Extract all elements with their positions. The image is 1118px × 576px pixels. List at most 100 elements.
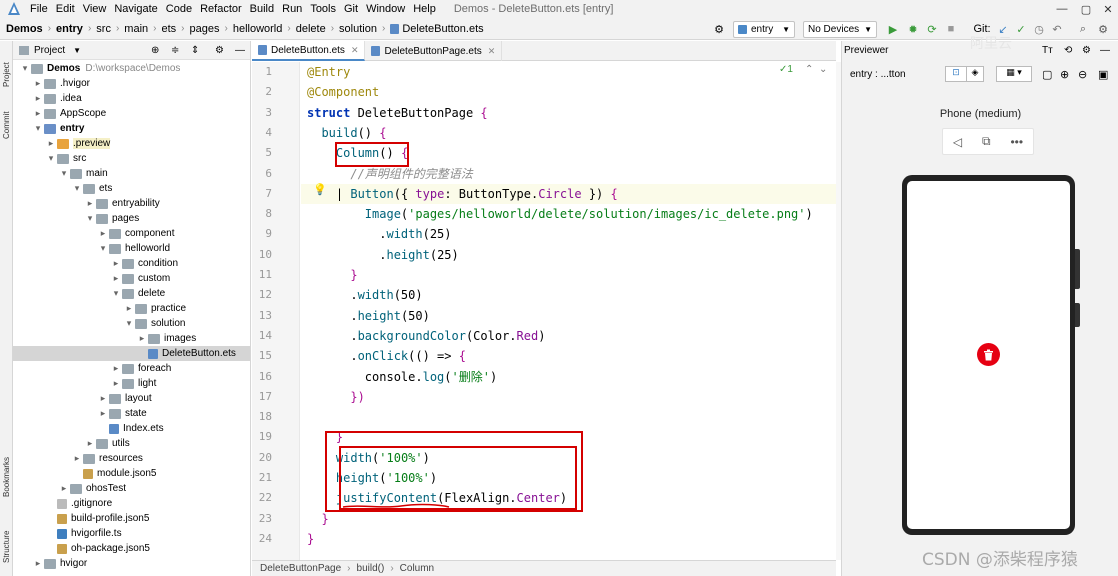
tree-item[interactable]: ▾ delete — [13, 286, 250, 301]
breadcrumb-item[interactable]: solution — [337, 23, 379, 35]
tab-structure[interactable]: Structure — [0, 519, 13, 563]
chevron-right-icon[interactable]: ▸ — [110, 258, 122, 269]
breadcrumb-item[interactable]: ets — [159, 23, 178, 35]
chevron-right-icon[interactable]: ▸ — [84, 438, 96, 449]
device-dropdown[interactable]: No Devices ▼ — [803, 21, 877, 38]
chevron-right-icon[interactable]: ▸ — [45, 138, 57, 149]
tab-file[interactable]: DeleteButtonPage.ets ✕ — [365, 41, 503, 61]
tree-item[interactable]: ▸ images — [13, 331, 250, 346]
chevron-right-icon[interactable]: ▸ — [84, 198, 96, 209]
layers-icon[interactable]: ◈ — [966, 66, 984, 82]
fit-icon[interactable]: ▣ — [1098, 68, 1108, 81]
chevron-right-icon[interactable]: ▸ — [32, 108, 44, 119]
tree-item[interactable]: ▸ ohosTest — [13, 481, 250, 496]
tree-item[interactable]: ▸ state — [13, 406, 250, 421]
stop-icon[interactable]: ■ — [944, 22, 958, 36]
maximize-button[interactable]: ▢ — [1074, 0, 1098, 18]
chevron-right-icon[interactable]: ▸ — [123, 303, 135, 314]
menu-item-view[interactable]: View — [83, 3, 107, 15]
chevron-right-icon[interactable]: ▸ — [97, 393, 109, 404]
menu-item-edit[interactable]: Edit — [56, 3, 75, 15]
menu-item-code[interactable]: Code — [166, 3, 192, 15]
collapse-icon[interactable]: ≑ — [171, 45, 179, 56]
hide-icon[interactable]: — — [235, 45, 245, 56]
tree-item[interactable]: ▸ .preview — [13, 136, 250, 151]
tree-item[interactable]: ▸ component — [13, 226, 250, 241]
gear-icon[interactable]: ⚙ — [215, 45, 224, 56]
grid-dropdown[interactable]: ▦ ▾ — [996, 66, 1032, 82]
tree-item[interactable]: ▸ .hvigor — [13, 76, 250, 91]
chevron-down-icon[interactable]: ▼ — [73, 46, 81, 55]
chevron-down-icon[interactable]: ▾ — [19, 63, 31, 74]
close-button[interactable]: ✕ — [1096, 0, 1118, 18]
reset-icon[interactable]: ⟲ — [1064, 45, 1072, 56]
rotate-icon[interactable]: ⧉ — [982, 134, 991, 149]
chevron-down-icon[interactable]: ▾ — [123, 318, 135, 329]
chevron-right-icon[interactable]: ▸ — [97, 228, 109, 239]
tab-project[interactable]: Project — [0, 47, 13, 87]
tree-item[interactable]: module.json5 — [13, 466, 250, 481]
chevron-up-icon[interactable]: ⌃ — [805, 64, 813, 75]
tree-item[interactable]: ▸ condition — [13, 256, 250, 271]
chevron-down-icon[interactable]: ⌄ — [819, 64, 827, 75]
menu-item-run[interactable]: Run — [282, 3, 302, 15]
chevron-right-icon[interactable]: ▸ — [110, 363, 122, 374]
chevron-right-icon[interactable]: ▸ — [136, 333, 148, 344]
gear-icon[interactable]: ⚙ — [1096, 22, 1110, 36]
tree-item[interactable]: ▸ light — [13, 376, 250, 391]
chevron-right-icon[interactable]: ▸ — [71, 453, 83, 464]
inspector-icon[interactable]: ⊡ — [945, 66, 967, 82]
git-history-icon[interactable]: ◷ — [1032, 22, 1046, 36]
chevron-right-icon[interactable]: ▸ — [32, 78, 44, 89]
run-config-dropdown[interactable]: entry ▼ — [733, 21, 795, 38]
structure-crumb[interactable]: Column — [400, 563, 434, 574]
menu-item-tools[interactable]: Tools — [310, 3, 336, 15]
menu-item-file[interactable]: File — [30, 3, 48, 15]
chevron-right-icon[interactable]: ▸ — [32, 93, 44, 104]
menu-item-help[interactable]: Help — [413, 3, 436, 15]
git-commit-icon[interactable]: ✓ — [1014, 22, 1028, 36]
tree-item[interactable]: ▸ hvigor — [13, 556, 250, 571]
breadcrumb-item[interactable]: pages — [188, 23, 222, 35]
chevron-down-icon[interactable]: ▾ — [97, 243, 109, 254]
close-icon[interactable]: ✕ — [488, 46, 496, 57]
tree-item[interactable]: .gitignore — [13, 496, 250, 511]
tab-commit[interactable]: Commit — [0, 99, 13, 139]
tree-item[interactable]: ▾ src — [13, 151, 250, 166]
tree-item[interactable]: ▸ practice — [13, 301, 250, 316]
gear-icon[interactable]: ⚙ — [1082, 45, 1091, 56]
chevron-down-icon[interactable]: ▾ — [45, 153, 57, 164]
tree-item[interactable]: ▾ main — [13, 166, 250, 181]
chevron-right-icon[interactable]: ▸ — [58, 483, 70, 494]
chevron-down-icon[interactable]: ▾ — [71, 183, 83, 194]
search-icon[interactable]: ⌕ — [1076, 22, 1090, 36]
tree-item[interactable]: hvigorfile.ts — [13, 526, 250, 541]
chevron-right-icon[interactable]: ▸ — [97, 408, 109, 419]
tree-item[interactable]: ▾ pages — [13, 211, 250, 226]
project-title[interactable]: Project — [34, 45, 65, 56]
profile-icon[interactable]: ⟳ — [925, 22, 939, 36]
breadcrumb-item[interactable]: main — [122, 23, 150, 35]
minimize-button[interactable]: — — [1050, 0, 1074, 18]
inspection-status[interactable]: ✓1 — [779, 64, 793, 75]
preview-target[interactable]: entry : ...tton — [850, 69, 906, 80]
chevron-down-icon[interactable]: ▾ — [84, 213, 96, 224]
breadcrumb-item[interactable]: entry — [54, 23, 85, 35]
tree-item[interactable]: ▸ utils — [13, 436, 250, 451]
locate-icon[interactable]: ⊕ — [151, 45, 159, 56]
chevron-down-icon[interactable]: ▾ — [110, 288, 122, 299]
structure-crumb[interactable]: build() — [357, 563, 385, 574]
structure-crumb[interactable]: DeleteButtonPage — [260, 563, 341, 574]
tree-item[interactable]: ▾ ets — [13, 181, 250, 196]
tree-item[interactable]: ▸ resources — [13, 451, 250, 466]
tree-item[interactable]: ▾ helloworld — [13, 241, 250, 256]
breadcrumb-item[interactable]: src — [94, 23, 113, 35]
breadcrumb-item[interactable]: DeleteButton.ets — [388, 23, 485, 35]
close-icon[interactable]: ✕ — [351, 45, 359, 56]
run-icon[interactable]: ▶ — [886, 22, 900, 36]
menu-item-build[interactable]: Build — [250, 3, 274, 15]
more-icon[interactable]: ••• — [1010, 135, 1023, 149]
chevron-down-icon[interactable]: ▾ — [32, 123, 44, 134]
revert-icon[interactable]: ↶ — [1050, 22, 1064, 36]
tab-bookmarks[interactable]: Bookmarks — [0, 449, 13, 497]
